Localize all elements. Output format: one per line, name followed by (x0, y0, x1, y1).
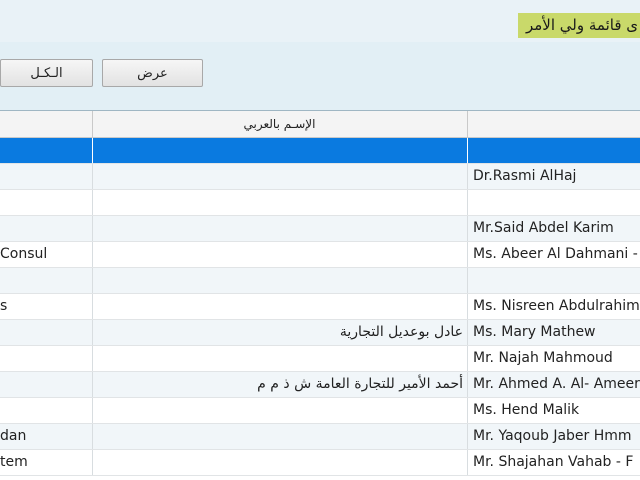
title-bar: ى قائمة ولي الأمر (0, 0, 640, 42)
cell-english-name[interactable]: Dr.Rasmi AlHaj (467, 164, 640, 189)
cell-arabic-name[interactable] (92, 294, 468, 319)
cell-arabic-name[interactable] (92, 190, 468, 215)
cell[interactable] (0, 268, 93, 293)
cell-arabic-name[interactable] (92, 398, 468, 423)
cell-english-name[interactable]: Mr. Yaqoub Jaber Hmm (467, 424, 640, 449)
cell-english-name[interactable]: Ms. Mary Mathew (467, 320, 640, 345)
table-row[interactable]: s Ms. Nisreen Abdulrahim (0, 294, 640, 320)
grid-rows: Dr.Rasmi AlHaj Mr.Said Abdel Karim Consul M… (0, 138, 640, 476)
table-row[interactable]: Ms. Hend Malik (0, 398, 640, 424)
table-row[interactable]: Dr.Rasmi AlHaj (0, 164, 640, 190)
table-row[interactable]: عادل بوعديل التجارية Ms. Mary Mathew (0, 320, 640, 346)
cell-english-name[interactable]: Mr. Najah Mahmoud (467, 346, 640, 371)
cell-english-name[interactable] (467, 138, 640, 163)
column-header-arabic-name[interactable]: الإسـم بالعربي (92, 111, 468, 137)
cell-arabic-name[interactable] (92, 164, 468, 189)
toolbar: الـكـل عرض (0, 42, 640, 110)
table-row[interactable]: Consul Ms. Abeer Al Dahmani - (0, 242, 640, 268)
cell[interactable]: s (0, 294, 93, 319)
cell-arabic-name[interactable] (92, 242, 468, 267)
cell-english-name[interactable]: Mr. Shajahan Vahab - F (467, 450, 640, 475)
table-row[interactable]: tem Mr. Shajahan Vahab - F (0, 450, 640, 476)
cell[interactable] (0, 398, 93, 423)
cell-english-name[interactable] (467, 268, 640, 293)
show-button[interactable]: عرض (102, 59, 203, 87)
table-row[interactable] (0, 138, 640, 164)
table-row[interactable]: Mr.Said Abdel Karim (0, 216, 640, 242)
table-row[interactable] (0, 268, 640, 294)
cell-arabic-name[interactable] (92, 138, 468, 163)
cell-arabic-name[interactable]: أحمد الأمير للتجارة العامة ش ذ م م (92, 372, 468, 397)
cell[interactable]: tem (0, 450, 93, 475)
show-all-button[interactable]: الـكـل (0, 59, 93, 87)
grid-header: الإسـم بالعربي (0, 111, 640, 138)
cell[interactable]: dan (0, 424, 93, 449)
column-header[interactable] (467, 111, 640, 137)
cell-english-name[interactable]: Mr.Said Abdel Karim (467, 216, 640, 241)
cell[interactable] (0, 138, 93, 163)
column-header[interactable] (0, 111, 93, 137)
cell[interactable] (0, 190, 93, 215)
cell-arabic-name[interactable] (92, 450, 468, 475)
cell[interactable] (0, 216, 93, 241)
parent-list-window: ى قائمة ولي الأمر الـكـل عرض الإسـم بالع… (0, 0, 640, 480)
cell-english-name[interactable]: Ms. Hend Malik (467, 398, 640, 423)
cell-arabic-name[interactable] (92, 216, 468, 241)
window-title: ى قائمة ولي الأمر (517, 13, 640, 38)
table-row[interactable] (0, 190, 640, 216)
table-row[interactable]: أحمد الأمير للتجارة العامة ش ذ م م Mr. Ah… (0, 372, 640, 398)
cell-arabic-name[interactable] (92, 424, 468, 449)
cell-english-name[interactable]: Ms. Abeer Al Dahmani - (467, 242, 640, 267)
cell[interactable] (0, 320, 93, 345)
cell-english-name[interactable]: Ms. Nisreen Abdulrahim (467, 294, 640, 319)
cell-english-name[interactable]: Mr. Ahmed A. Al- Ameer (467, 372, 640, 397)
cell-english-name[interactable] (467, 190, 640, 215)
cell-arabic-name[interactable] (92, 346, 468, 371)
cell-arabic-name[interactable] (92, 268, 468, 293)
cell[interactable] (0, 164, 93, 189)
cell[interactable]: Consul (0, 242, 93, 267)
cell-arabic-name[interactable]: عادل بوعديل التجارية (92, 320, 468, 345)
parents-grid[interactable]: الإسـم بالعربي Dr.Rasmi AlHaj Mr.Said Abd… (0, 110, 640, 480)
cell[interactable] (0, 346, 93, 371)
table-row[interactable]: dan Mr. Yaqoub Jaber Hmm (0, 424, 640, 450)
cell[interactable] (0, 372, 93, 397)
table-row[interactable]: Mr. Najah Mahmoud (0, 346, 640, 372)
